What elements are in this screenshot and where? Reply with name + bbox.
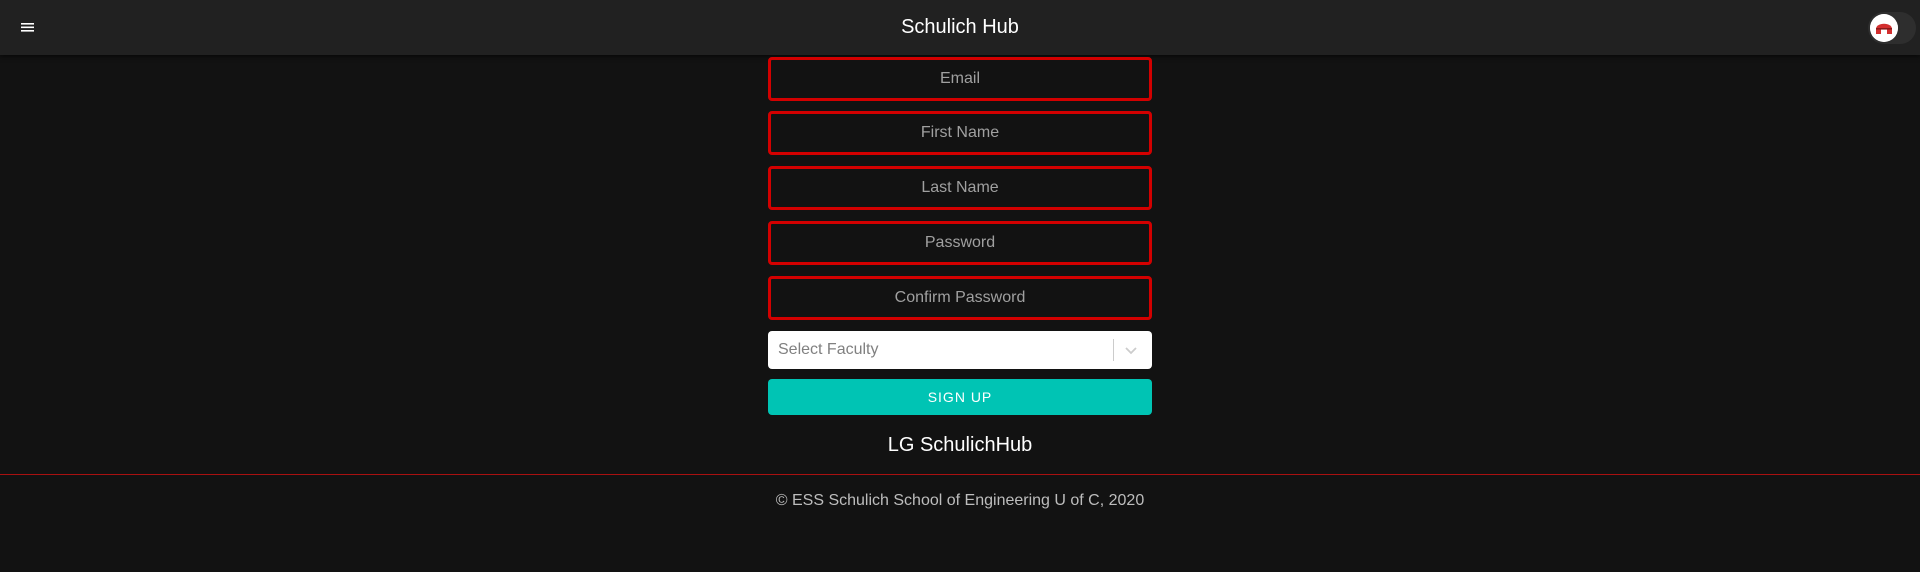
email-field-wrapper	[768, 57, 1152, 101]
helmet-icon	[1870, 14, 1898, 42]
theme-toggle[interactable]	[1868, 12, 1916, 44]
last-name-field[interactable]	[771, 169, 1149, 207]
confirm-password-field-wrapper	[768, 276, 1152, 320]
last-name-field-wrapper	[768, 166, 1152, 210]
password-field[interactable]	[771, 224, 1149, 262]
select-separator	[1113, 339, 1114, 361]
faculty-select-placeholder: Select Faculty	[778, 341, 879, 358]
app-title: Schulich Hub	[901, 16, 1019, 38]
footer-divider	[0, 474, 1920, 475]
email-field[interactable]	[771, 60, 1149, 98]
first-name-field-wrapper	[768, 111, 1152, 155]
signup-button[interactable]: SIGN UP	[768, 379, 1152, 415]
footer-copyright: © ESS Schulich School of Engineering U o…	[775, 492, 1145, 509]
app-bar: Schulich Hub	[0, 0, 1920, 55]
first-name-field[interactable]	[771, 114, 1149, 152]
faculty-select[interactable]: Select Faculty	[768, 331, 1152, 369]
confirm-password-field[interactable]	[771, 279, 1149, 317]
chevron-down-icon[interactable]	[1121, 340, 1141, 360]
password-field-wrapper	[768, 221, 1152, 265]
brand-text: LG SchulichHub	[887, 434, 1033, 456]
